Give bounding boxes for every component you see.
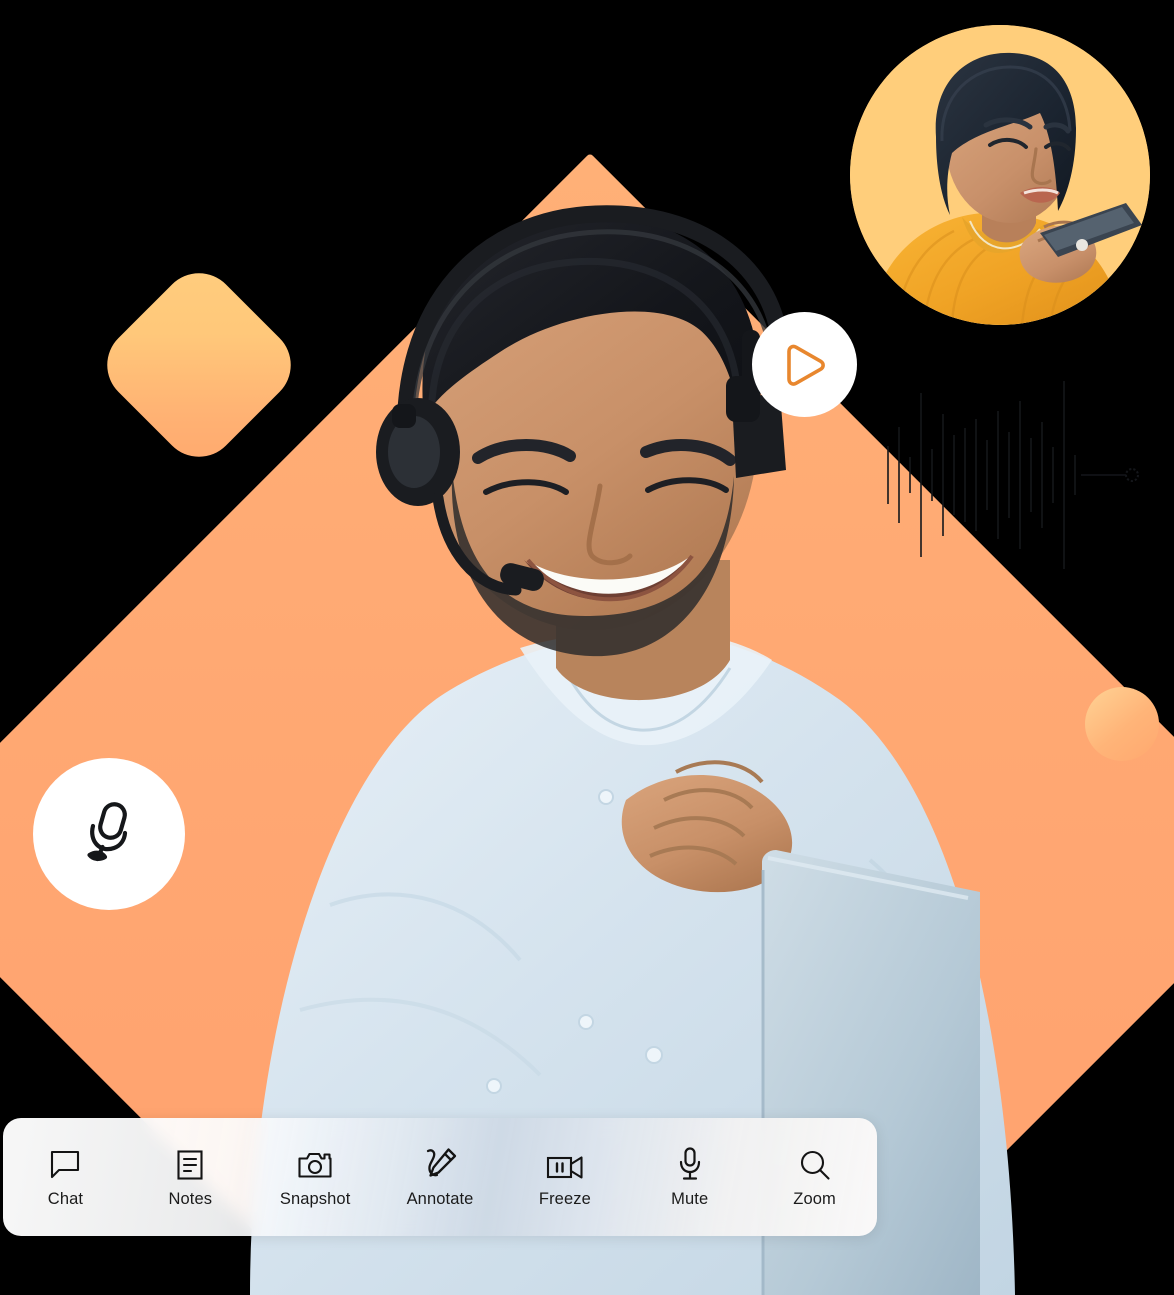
camera-icon — [297, 1147, 333, 1181]
chat-bubble-icon — [49, 1147, 81, 1181]
screenshot-stage: Chat Notes Snapshot Annotate Freeze Mute… — [0, 0, 1174, 1295]
play-badge[interactable] — [752, 312, 857, 417]
toolbar-label-freeze: Freeze — [538, 1189, 591, 1208]
microphone-icon — [677, 1147, 703, 1181]
toolbar-label-annotate: Annotate — [406, 1189, 474, 1208]
play-icon — [786, 344, 825, 386]
pencil-annotate-icon — [422, 1147, 458, 1181]
caller-avatar[interactable] — [850, 25, 1150, 325]
toolbar-item-notes[interactable]: Notes — [128, 1118, 253, 1236]
microphone-icon — [87, 802, 128, 862]
mic-badge[interactable] — [33, 758, 185, 910]
notes-document-icon — [175, 1147, 205, 1181]
toolbar-item-annotate[interactable]: Annotate — [378, 1118, 503, 1236]
toolbar-item-mute[interactable]: Mute — [627, 1118, 752, 1236]
video-pause-icon — [546, 1147, 584, 1181]
magnifier-icon — [799, 1147, 831, 1181]
toolbar-item-freeze[interactable]: Freeze — [502, 1118, 627, 1236]
toolbar-item-chat[interactable]: Chat — [3, 1118, 128, 1236]
toolbar-label-mute: Mute — [671, 1189, 709, 1208]
toolbar-label-notes: Notes — [168, 1189, 213, 1208]
toolbar-item-zoom[interactable]: Zoom — [752, 1118, 877, 1236]
toolbar-item-snapshot[interactable]: Snapshot — [253, 1118, 378, 1236]
toolbar-label-snapshot: Snapshot — [279, 1189, 351, 1208]
toolbar-label-chat: Chat — [47, 1189, 84, 1208]
toolbar-label-zoom: Zoom — [793, 1189, 836, 1208]
call-controls-toolbar: Chat Notes Snapshot Annotate Freeze Mute… — [3, 1118, 877, 1236]
caller-avatar-illustration — [850, 25, 1150, 325]
